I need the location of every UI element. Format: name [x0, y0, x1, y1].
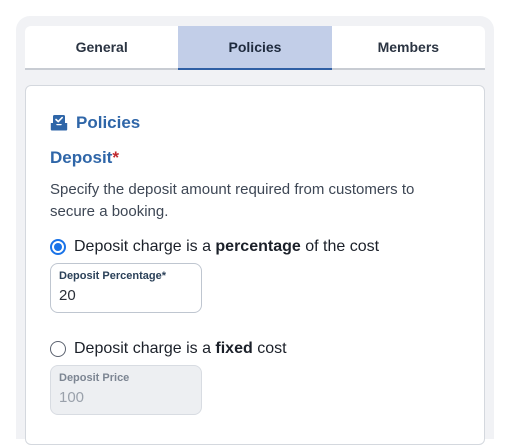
- tab-members[interactable]: Members: [332, 26, 485, 68]
- deposit-heading-text: Deposit: [50, 148, 113, 167]
- percentage-option[interactable]: Deposit charge is a percentage of the co…: [50, 238, 379, 256]
- fixed-option-label: Deposit charge is a fixed cost: [74, 340, 287, 358]
- policies-card: Policies Deposit* Specify the deposit am…: [25, 85, 485, 445]
- inbox-tray-icon: [50, 115, 68, 131]
- deposit-price-label: Deposit Price: [59, 372, 130, 384]
- option-text-after: of the cost: [300, 238, 380, 255]
- section-title: Policies: [76, 113, 141, 132]
- tab-policies[interactable]: Policies: [178, 26, 332, 70]
- section-header: Policies: [50, 113, 140, 133]
- settings-panel: General Policies Members Policies Deposi…: [16, 16, 494, 445]
- deposit-percentage-label: Deposit Percentage*: [59, 270, 166, 282]
- option-text-bold: fixed: [215, 340, 253, 357]
- fixed-option[interactable]: Deposit charge is a fixed cost: [50, 340, 287, 358]
- deposit-percentage-value[interactable]: 20: [59, 287, 193, 304]
- option-text-before: Deposit charge is a: [74, 238, 216, 255]
- option-text-before: Deposit charge is a: [74, 340, 216, 357]
- tab-bar: General Policies Members: [25, 26, 485, 70]
- required-marker: *: [112, 148, 119, 167]
- fixed-radio[interactable]: [50, 341, 66, 357]
- deposit-heading: Deposit*: [50, 148, 119, 168]
- deposit-price-value: 100: [59, 389, 85, 406]
- tab-general[interactable]: General: [25, 26, 178, 68]
- deposit-percentage-field[interactable]: Deposit Percentage* 20: [50, 263, 202, 313]
- option-text-bold: percentage: [215, 238, 301, 255]
- deposit-description: Specify the deposit amount required from…: [50, 181, 415, 220]
- percentage-radio[interactable]: [50, 239, 66, 255]
- deposit-price-field: Deposit Price 100: [50, 365, 202, 415]
- option-text-after: cost: [252, 340, 287, 357]
- percentage-option-label: Deposit charge is a percentage of the co…: [74, 238, 379, 256]
